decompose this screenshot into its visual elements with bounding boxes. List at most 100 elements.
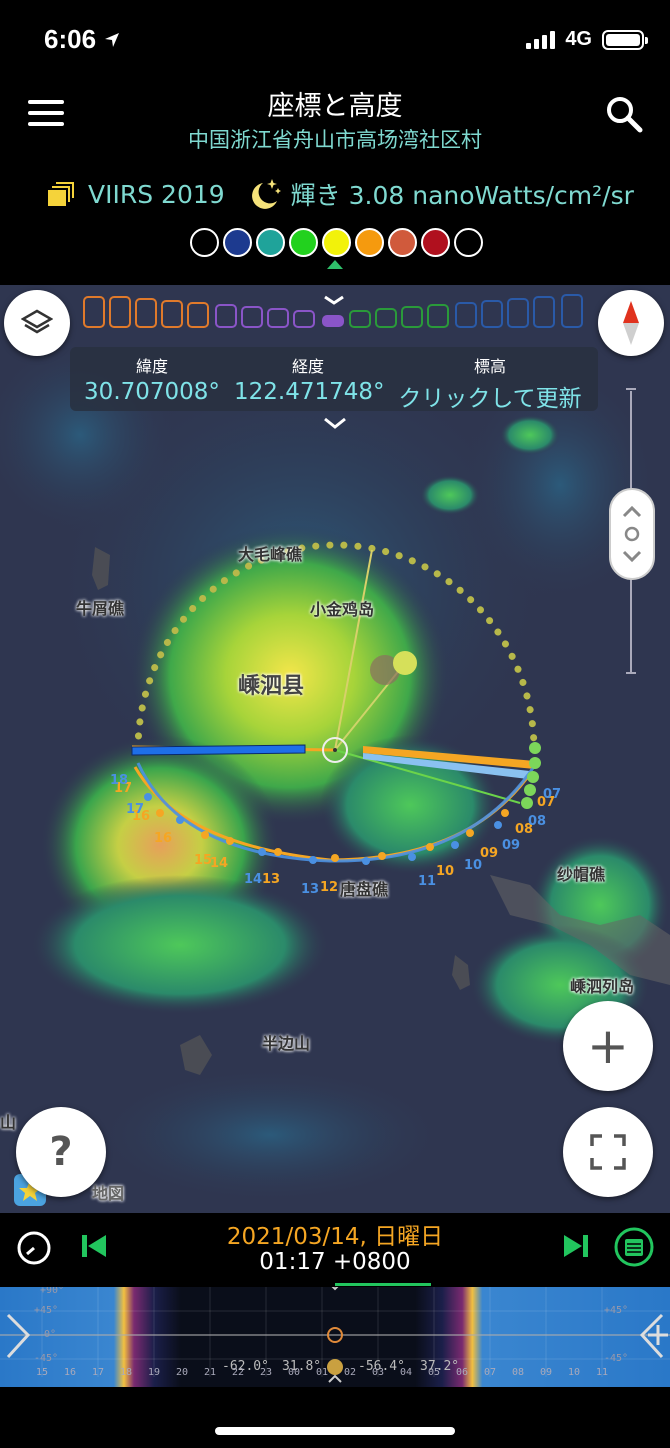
axis-label: 0° (44, 1329, 57, 1340)
calendar-icon[interactable] (614, 1227, 654, 1267)
skip-forward-icon[interactable] (562, 1233, 590, 1259)
place-label: 唐盘礁 (340, 880, 389, 899)
timeline-hour-label: 21 (204, 1367, 217, 1378)
sun-hour-label: 09 (480, 846, 499, 861)
search-icon[interactable] (604, 94, 644, 134)
fullscreen-button[interactable] (563, 1107, 653, 1197)
zoom-slider-handle[interactable] (609, 488, 655, 580)
elevation-value[interactable]: クリックして更新 (382, 379, 598, 413)
axis-label: -45° (604, 1353, 629, 1364)
timeline-hour-label: 01 (316, 1367, 329, 1378)
place-label: 嵊泗列岛 (570, 977, 635, 996)
timeline-hour-label: 02 (344, 1367, 357, 1378)
compass-icon (623, 301, 639, 345)
elevation-label: 標高 (473, 357, 506, 376)
swatch-2[interactable] (256, 228, 285, 257)
place-label: 纱帽礁 (557, 865, 606, 884)
sun-hour-label: 13 (262, 872, 281, 887)
sun-hour-label: 12 (320, 880, 339, 895)
battery-icon (602, 29, 648, 50)
sun-hour-label: 17 (126, 802, 145, 817)
axis-label: +45° (604, 1305, 629, 1316)
swatch-3[interactable] (289, 228, 318, 257)
status-indicators: 4G (526, 28, 648, 51)
sun-hour-label: 13 (301, 882, 320, 897)
swatch-0[interactable] (190, 228, 219, 257)
swatch-1[interactable] (223, 228, 252, 257)
dataset-label: VIIRS 2019 (88, 179, 225, 209)
latitude-value: 30.707008° (84, 379, 220, 405)
date-time-bar: 2021/03/14, 日曜日 01:17 +0800 (0, 1213, 670, 1287)
coordinates-panel[interactable]: 緯度 30.707008° 経度 122.471748° 標高 クリックして更新 (70, 347, 598, 413)
axis-label: +90° (40, 1287, 65, 1296)
timeline-hour-label: 03 (372, 1367, 385, 1378)
layers-icon (21, 309, 53, 334)
sun-hour-label: 10 (436, 864, 455, 879)
sun-hour-label: 14 (210, 856, 229, 871)
elevation-column[interactable]: 標高 クリックして更新 (382, 353, 598, 413)
place-label: 嵊泗县 (238, 674, 305, 699)
timeline-hour-label: 22 (232, 1367, 245, 1378)
swatch-4-selected[interactable] (322, 228, 351, 257)
timeline-hour-label: 23 (260, 1367, 273, 1378)
axis-label: -45° (34, 1353, 59, 1364)
sun-hour-label: 08 (528, 814, 547, 829)
swatch-6[interactable] (388, 228, 417, 257)
sun-hour-label: 18 (110, 773, 129, 788)
swatch-7[interactable] (421, 228, 450, 257)
app-header: 座標と高度 中国浙江省舟山市高场湾社区村 VIIRS 2019 輝き 3.08 … (0, 80, 670, 285)
sun-moon-timeline[interactable]: +90° +45° 0° -45° +45° -45° -62.0° 31.8°… (0, 1287, 670, 1387)
chevron-down-icon[interactable] (323, 416, 347, 430)
status-bar: 6:06 4G (0, 0, 670, 80)
latitude-column: 緯度 30.707008° (70, 353, 234, 405)
location-arrow-icon (105, 33, 120, 47)
timeline-hour-label: 20 (176, 1367, 189, 1378)
color-swatch-row (190, 228, 483, 257)
plus-icon: + (587, 1017, 629, 1075)
timeline-hour-label: 10 (568, 1367, 581, 1378)
timeline-hour-labels: 15 16 17 18 19 20 21 22 23 00 01 02 03 04 05 06 07 08 09 10… (0, 1367, 670, 1383)
longitude-column: 経度 122.471748° (234, 353, 385, 405)
timeline-hour-label: 15 (36, 1367, 49, 1378)
timeline-hour-label: 19 (148, 1367, 161, 1378)
moon-phase-strip[interactable] (82, 293, 592, 333)
timeline-hour-label: 04 (400, 1367, 413, 1378)
help-button[interactable]: ? (16, 1107, 106, 1197)
swatch-8[interactable] (454, 228, 483, 257)
timeline-hour-label: 06 (456, 1367, 469, 1378)
sun-hour-label: 10 (464, 858, 483, 873)
place-label: 大毛峰礁 (238, 545, 303, 564)
timeline-progress (335, 1283, 431, 1286)
timeline-hour-label: 11 (596, 1367, 609, 1378)
map-view[interactable]: 緯度 30.707008° 経度 122.471748° 標高 クリックして更新… (0, 285, 670, 1213)
axis-label: +45° (34, 1305, 59, 1316)
timeline-hour-label: 17 (92, 1367, 105, 1378)
home-indicator[interactable] (215, 1427, 455, 1435)
layers-stack-icon (46, 180, 78, 208)
dataset-info-row[interactable]: VIIRS 2019 輝き 3.08 nanoWatts/cm²/sr (46, 176, 634, 212)
network-type: 4G (565, 28, 592, 50)
compass-button[interactable] (598, 290, 664, 356)
selected-swatch-pointer (327, 260, 343, 269)
place-label: 半边山 (262, 1034, 311, 1053)
page-title: 座標と高度 (267, 91, 403, 122)
location-subtitle: 中国浙江省舟山市高场湾社区村 (188, 128, 482, 152)
timeline-hour-label: 16 (64, 1367, 77, 1378)
signal-icon (526, 30, 556, 49)
latitude-label: 緯度 (135, 357, 168, 376)
timeline-hour-label: 09 (540, 1367, 553, 1378)
status-time: 6:06 (44, 24, 121, 55)
moon-stars-icon (251, 179, 281, 209)
fullscreen-icon (590, 1134, 626, 1170)
layers-button[interactable] (4, 290, 70, 356)
swatch-5[interactable] (355, 228, 384, 257)
sun-hour-label: 07 (543, 787, 562, 802)
clock-text: 6:06 (44, 24, 97, 54)
timeline-hour-label: 00 (288, 1367, 301, 1378)
sun-hour-label: 16 (154, 831, 173, 846)
zoom-in-button[interactable]: + (563, 1001, 653, 1091)
map-attribution: 地図 (92, 1184, 125, 1203)
timeline-hour-label: 08 (512, 1367, 525, 1378)
place-label: 小金鸡岛 (310, 600, 375, 619)
brightness-value: 輝き 3.08 nanoWatts/cm²/sr (290, 181, 634, 210)
